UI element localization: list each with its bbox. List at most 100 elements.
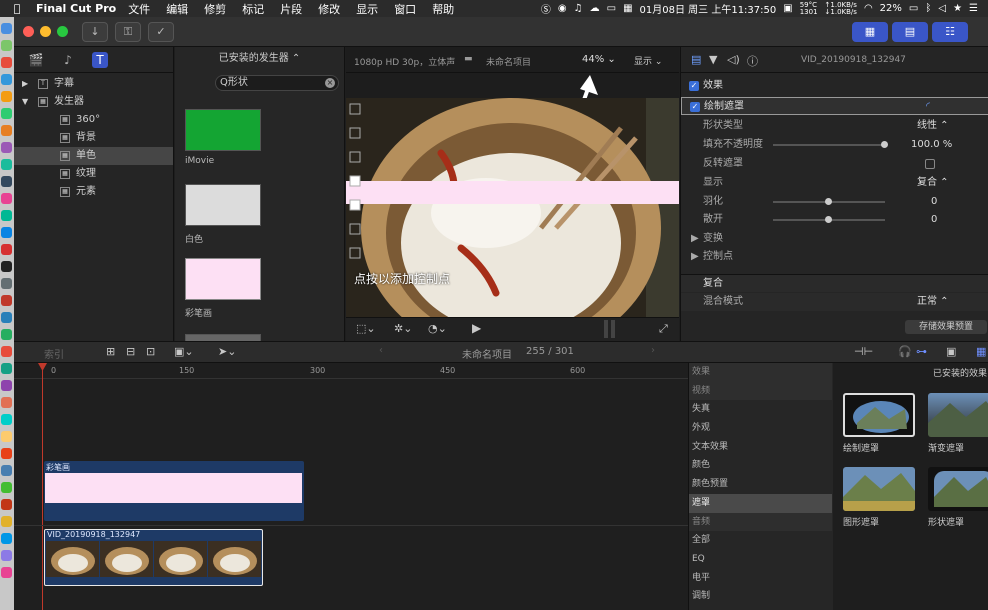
clear-search-icon[interactable]: × bbox=[325, 78, 335, 88]
control-handle[interactable] bbox=[349, 175, 361, 187]
effect-thumb-gradient-mask[interactable] bbox=[928, 393, 988, 437]
dock-app-icon[interactable] bbox=[1, 533, 12, 544]
dock-app-icon[interactable] bbox=[1, 210, 12, 221]
dock-app-icon[interactable] bbox=[1, 91, 12, 102]
menu-clip[interactable]: 片段 bbox=[280, 1, 302, 17]
app-name[interactable]: Final Cut Pro bbox=[36, 2, 116, 15]
spread-knob[interactable] bbox=[825, 216, 832, 223]
dock-app-icon[interactable] bbox=[1, 363, 12, 374]
dock-app-icon[interactable] bbox=[1, 567, 12, 578]
category-item[interactable]: 外观 bbox=[689, 419, 832, 438]
dock-app-icon[interactable] bbox=[1, 23, 12, 34]
dock-app-icon[interactable] bbox=[1, 57, 12, 68]
effect-thumb-shape-mask[interactable] bbox=[928, 467, 988, 511]
dock-app-icon[interactable] bbox=[1, 261, 12, 272]
category-item[interactable]: 遮罩 bbox=[689, 493, 832, 513]
dock-app-icon[interactable] bbox=[1, 193, 12, 204]
dock-app-icon[interactable] bbox=[1, 176, 12, 187]
dock-app-icon[interactable] bbox=[1, 125, 12, 136]
menu-modify[interactable]: 修改 bbox=[318, 1, 340, 17]
show-timeline-button[interactable]: ▤ bbox=[892, 22, 928, 42]
generator-thumb[interactable] bbox=[185, 109, 261, 151]
dock-app-icon[interactable] bbox=[1, 108, 12, 119]
dock-app-icon[interactable] bbox=[1, 499, 12, 510]
close-window-button[interactable] bbox=[23, 26, 34, 37]
display-menu[interactable]: 显示 ⌄ bbox=[634, 54, 662, 67]
category-item[interactable]: 失真 bbox=[689, 400, 832, 419]
feather-knob[interactable] bbox=[825, 198, 832, 205]
insert-clip-icon[interactable]: ⊟ bbox=[126, 345, 135, 358]
effect-thumb-image-mask[interactable] bbox=[843, 467, 915, 511]
battery-icon[interactable]: ▭ bbox=[909, 3, 918, 14]
category-item[interactable]: 颜色预置 bbox=[689, 475, 832, 494]
battery-percent[interactable]: 22% bbox=[880, 3, 902, 14]
forward-arrow-icon[interactable]: › bbox=[651, 345, 655, 356]
sidebar-item[interactable]: ▦ 纹理 bbox=[14, 165, 173, 183]
disclosure-right-icon[interactable]: ▶ bbox=[691, 230, 699, 248]
generator-thumb[interactable] bbox=[185, 258, 261, 300]
connect-clip-icon[interactable]: ⊞ bbox=[106, 345, 115, 358]
effect-thumb-draw-mask[interactable] bbox=[843, 393, 915, 437]
draw-mask-effect[interactable]: ✓ 绘制遮罩 ◜ bbox=[681, 97, 988, 115]
play-button[interactable]: ▶ bbox=[472, 321, 481, 335]
photos-music-icon[interactable]: ♪ bbox=[60, 52, 76, 68]
headphones-icon[interactable]: 🎧 bbox=[898, 345, 912, 358]
mask-icon[interactable]: ◜ bbox=[926, 98, 930, 116]
video-inspector-icon[interactable]: ▤ bbox=[691, 53, 701, 66]
dock-app-icon[interactable] bbox=[1, 431, 12, 442]
status-music-icon[interactable]: ♫ bbox=[574, 3, 583, 14]
dock-app-icon[interactable] bbox=[1, 40, 12, 51]
show-browser-button[interactable]: ▦ bbox=[852, 22, 888, 42]
sidebar-item[interactable]: ▼ ▦ 发生器 bbox=[14, 93, 173, 111]
timeline-ruler[interactable]: 0 150 300 450 600 bbox=[14, 363, 688, 379]
zoom-menu[interactable]: 44% ⌄ bbox=[582, 54, 616, 65]
wifi-icon[interactable]: ◠ bbox=[864, 3, 873, 14]
star-icon[interactable]: ★ bbox=[953, 3, 962, 14]
fill-opacity-slider[interactable] bbox=[773, 144, 885, 146]
audio-inspector-icon[interactable]: ◁) bbox=[727, 53, 740, 66]
status-calendar-icon[interactable]: ▦ bbox=[623, 3, 632, 14]
category-item[interactable]: 文本效果 bbox=[689, 438, 832, 457]
snapping-icon[interactable]: ⊶ bbox=[916, 345, 927, 358]
bluetooth-icon[interactable]: ᛒ bbox=[925, 3, 931, 14]
dock-app-icon[interactable] bbox=[1, 397, 12, 408]
dock-app-icon[interactable] bbox=[1, 227, 12, 238]
keywords-button[interactable]: ⚿ bbox=[115, 22, 141, 42]
category-item[interactable]: 调制 bbox=[689, 587, 832, 606]
show-inspector-button[interactable]: ☷ bbox=[932, 22, 968, 42]
menu-file[interactable]: 文件 bbox=[128, 1, 150, 17]
status-cloud-icon[interactable]: ☁ bbox=[590, 3, 600, 14]
video-frame[interactable]: 点按以添加控制点 bbox=[346, 98, 679, 336]
dock-app-icon[interactable] bbox=[1, 380, 12, 391]
sidebar-item[interactable]: ▦ 元素 bbox=[14, 183, 173, 201]
save-effects-preset-button[interactable]: 存储效果预置 bbox=[905, 320, 987, 334]
clock[interactable]: 01月08日 周三 上午11:37:50 bbox=[640, 1, 777, 16]
dock-app-icon[interactable] bbox=[1, 346, 12, 357]
status-wechat-icon[interactable]: ◉ bbox=[558, 3, 567, 14]
audio-skimming-icon[interactable]: ⊣⊢ bbox=[854, 345, 873, 358]
menu-mark[interactable]: 标记 bbox=[242, 1, 264, 17]
effects-checkbox[interactable]: ✓ bbox=[689, 81, 699, 91]
dock-app-icon[interactable] bbox=[1, 244, 12, 255]
speed-gauge-icon[interactable]: ◔⌄ bbox=[428, 322, 447, 335]
magic-wand-icon[interactable]: ✲⌄ bbox=[394, 322, 412, 335]
generator-header[interactable]: 已安装的发生器 ⌃ bbox=[175, 47, 344, 71]
category-item[interactable]: 全部 bbox=[689, 531, 832, 550]
display-select[interactable]: 复合 ⌃ bbox=[917, 174, 949, 192]
dock-app-icon[interactable] bbox=[1, 516, 12, 527]
index-button[interactable]: 索引 bbox=[44, 346, 64, 361]
playhead[interactable] bbox=[42, 363, 43, 610]
menu-window[interactable]: 窗口 bbox=[394, 1, 416, 17]
background-tasks-button[interactable]: ✓ bbox=[148, 22, 174, 42]
search-field[interactable]: Q形状 × bbox=[215, 75, 339, 91]
shape-type-select[interactable]: 线性 ⌃ bbox=[917, 117, 949, 135]
disclosure-right-icon[interactable]: ▶ bbox=[691, 248, 699, 266]
append-clip-icon[interactable]: ⊡ bbox=[146, 345, 155, 358]
volume-icon[interactable]: ◁ bbox=[938, 3, 946, 14]
color-inspector-icon[interactable]: ▼ bbox=[709, 53, 717, 66]
transform-tool-icon[interactable]: ⬚⌄ bbox=[356, 322, 376, 335]
dock-app-icon[interactable] bbox=[1, 295, 12, 306]
spread-value[interactable]: 0 bbox=[931, 211, 937, 229]
zoom-window-button[interactable] bbox=[57, 26, 68, 37]
fill-opacity-value[interactable]: 100.0 % bbox=[911, 136, 952, 154]
